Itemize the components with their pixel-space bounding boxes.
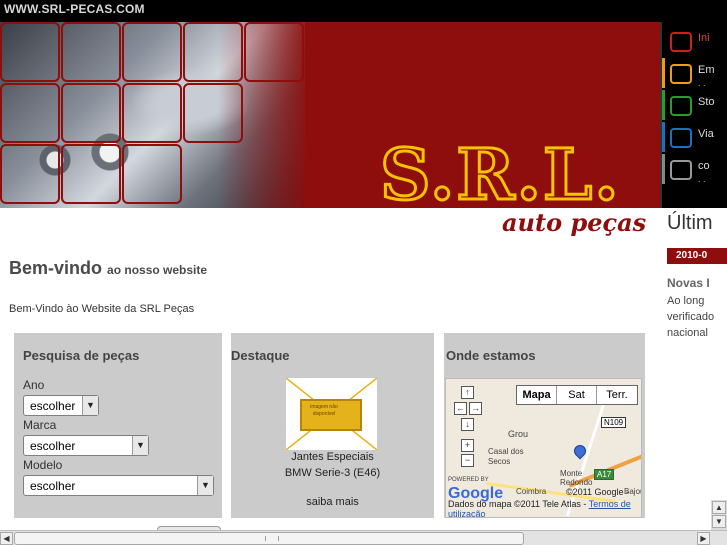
tagline: auto peças [502, 208, 647, 237]
news-excerpt: Ao long verificado nacional [667, 295, 715, 339]
header-banner: S.R.L. [0, 22, 662, 208]
road-sign-a17: A17 [594, 469, 615, 480]
map-attribution: Dados do mapa ©2011 Tele Atlas - Termos … [448, 499, 631, 518]
image-unavailable-text: imagem não disponível [310, 404, 338, 417]
scroll-right-icon[interactable]: ▶ [697, 532, 710, 545]
panel-title: Destaque [231, 348, 290, 363]
latest-news-column: Últim 2010-0 Novas I Ao long verificado … [662, 208, 727, 518]
road-sign-n109: N109 [601, 417, 627, 428]
nav-item-contactos[interactable]: co . . [662, 154, 727, 186]
brand-label: Marca [23, 418, 57, 432]
brand-select[interactable]: escolher ▼ [23, 435, 149, 456]
google-map[interactable]: Mapa Sat Terr. ↑ ← → ↓ + − Grou N109 A17… [445, 378, 642, 518]
nav-square-icon [670, 160, 692, 180]
year-label: Ano [23, 378, 45, 392]
map-type-map-button[interactable]: Mapa [517, 386, 557, 404]
latest-title: Últim [667, 212, 713, 234]
zoom-in-icon[interactable]: + [461, 439, 474, 452]
pan-down-icon[interactable]: ↓ [461, 418, 474, 431]
location-panel: Onde estamos Mapa Sat Terr. ↑ ← → ↓ + − … [444, 333, 645, 518]
pan-left-icon[interactable]: ← [454, 402, 467, 415]
scroll-left-icon[interactable]: ◀ [0, 532, 13, 545]
site-url: WWW.SRL-PECAS.COM [4, 2, 145, 16]
chevron-down-icon: ▼ [82, 396, 98, 415]
pan-up-icon[interactable]: ↑ [461, 386, 474, 399]
news-title[interactable]: Novas I [667, 276, 710, 290]
nav-square-icon [670, 64, 692, 84]
model-label: Modelo [23, 458, 63, 472]
intro-text: Bem-Vindo ào Website da SRL Peças [9, 303, 195, 315]
model-select[interactable]: escolher ▼ [23, 475, 214, 496]
year-select[interactable]: escolher ▼ [23, 395, 99, 416]
map-type-switcher: Mapa Sat Terr. [516, 385, 638, 405]
featured-product-image[interactable]: imagem não disponível [286, 378, 377, 450]
vertical-scrollbar[interactable]: ▲ ▼ [711, 500, 727, 530]
pan-right-icon[interactable]: → [469, 402, 482, 415]
nav-item-inicio[interactable]: Ini [662, 26, 727, 58]
learn-more-link[interactable]: saiba mais [231, 496, 434, 508]
map-type-satellite-button[interactable]: Sat [557, 386, 597, 404]
nav-item-viaturas[interactable]: Via [662, 122, 727, 154]
news-date-badge: 2010-0 [667, 248, 727, 264]
nav-square-icon [670, 128, 692, 148]
product-model[interactable]: BMW Serie-3 (E46) [231, 467, 434, 479]
top-bar: WWW.SRL-PECAS.COM [0, 0, 727, 22]
zoom-out-icon[interactable]: − [461, 454, 474, 467]
nav-square-icon [670, 32, 692, 52]
nav-item-stock[interactable]: Sto [662, 90, 727, 122]
product-name[interactable]: Jantes Especiais [231, 451, 434, 463]
page-title: Bem-vindo ao nosso website [9, 258, 208, 278]
nav-item-empresa[interactable]: Em . . [662, 58, 727, 90]
panel-title: Onde estamos [446, 348, 536, 363]
map-type-terrain-button[interactable]: Terr. [597, 386, 637, 404]
chevron-down-icon: ▼ [132, 436, 148, 455]
scroll-up-icon[interactable]: ▲ [712, 501, 726, 514]
scroll-thumb[interactable] [14, 532, 524, 545]
main-nav: Ini Em . . Sto Via co . . [662, 22, 727, 208]
parts-search-panel: Pesquisa de peças Ano escolher ▼ Marca e… [14, 333, 222, 518]
nav-square-icon [670, 96, 692, 116]
panel-title: Pesquisa de peças [23, 348, 140, 363]
horizontal-scrollbar[interactable]: ◀ ▶ [0, 530, 727, 545]
scroll-down-icon[interactable]: ▼ [712, 515, 726, 528]
chevron-down-icon: ▼ [197, 476, 213, 495]
featured-panel: Destaque imagem não disponível Jantes Es… [231, 333, 434, 518]
srl-logo: S.R.L. [379, 133, 621, 208]
